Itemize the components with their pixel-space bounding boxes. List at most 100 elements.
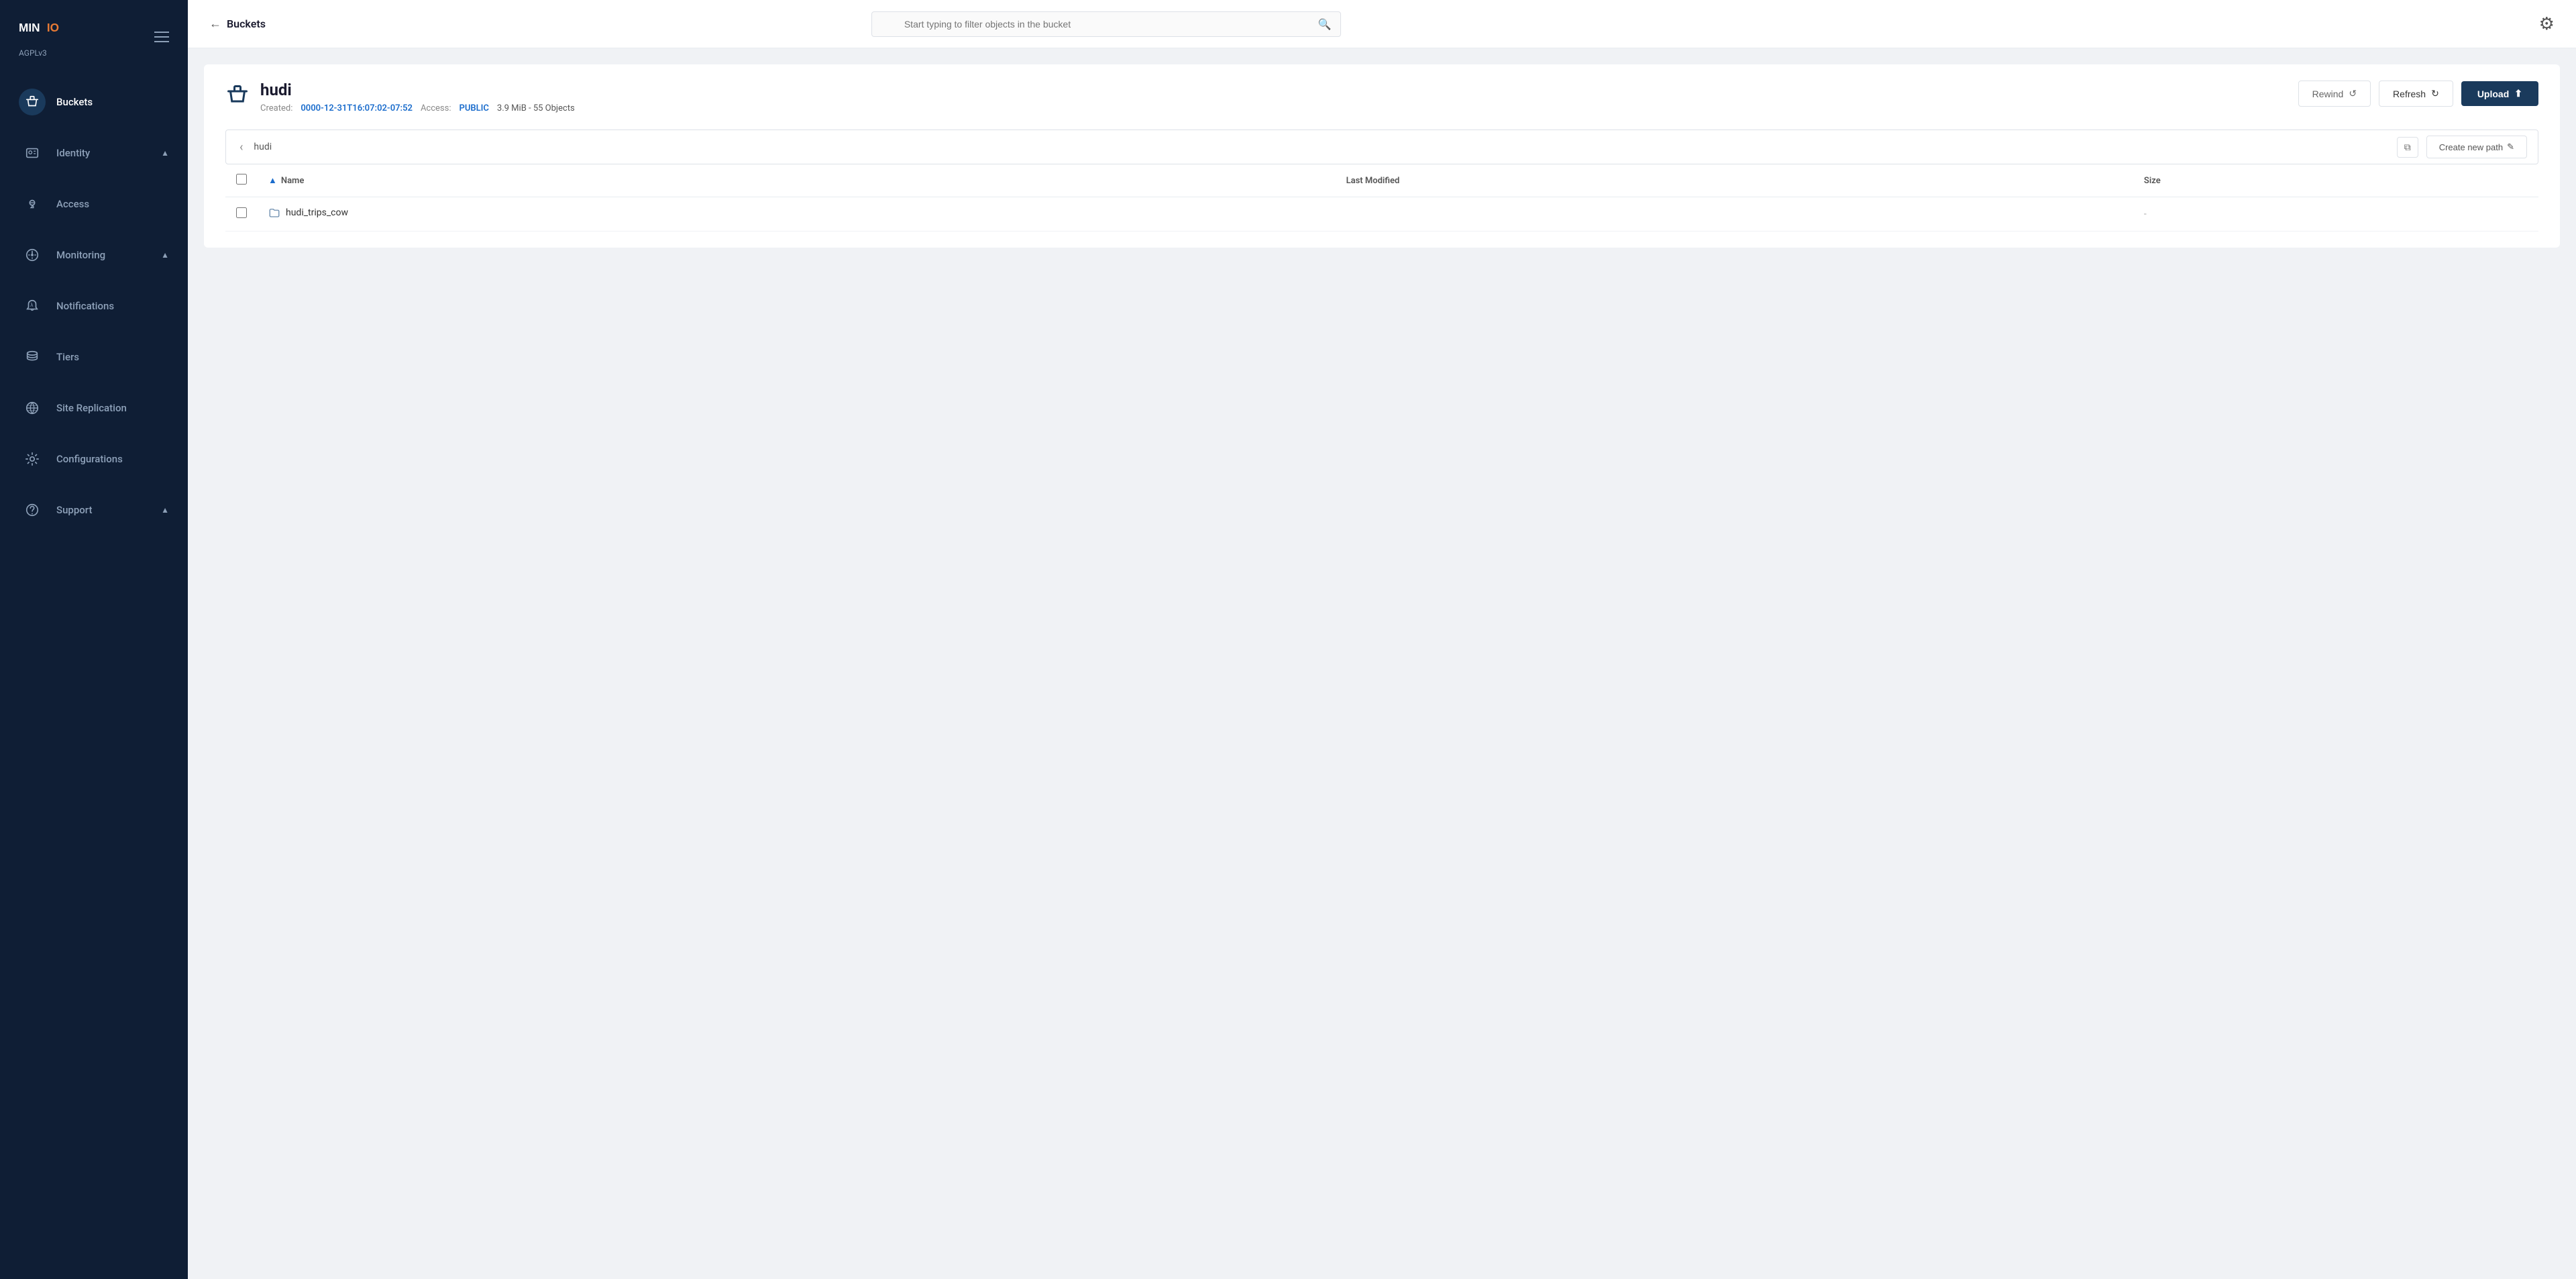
sidebar-item-access[interactable]: Access xyxy=(0,178,188,229)
identity-chevron-icon: ▲ xyxy=(161,148,169,158)
refresh-icon: ↻ xyxy=(2431,88,2439,99)
sidebar-item-label-support: Support xyxy=(56,504,150,516)
copy-icon: ⧉ xyxy=(2404,142,2411,152)
back-to-buckets-link[interactable]: ← Buckets xyxy=(209,17,266,31)
topbar: ← Buckets 🔍 ⚙ xyxy=(188,0,2576,48)
site-replication-icon xyxy=(25,401,40,415)
monitoring-icon xyxy=(25,248,40,262)
configurations-icon xyxy=(25,452,40,466)
support-icon xyxy=(25,503,40,517)
column-size[interactable]: Size xyxy=(2133,164,2538,197)
created-label: Created: xyxy=(260,103,292,113)
bucket-actions: Rewind ↺ Refresh ↻ Upload ⬆ xyxy=(2298,81,2538,107)
search-input[interactable] xyxy=(871,11,1341,37)
main-area: ← Buckets 🔍 ⚙ hudi xyxy=(188,0,2576,1279)
create-path-label: Create new path xyxy=(2439,142,2503,152)
bucket-nav-icon-wrap xyxy=(19,89,46,115)
create-path-icon: ✎ xyxy=(2507,142,2514,152)
sidebar-item-label-site-replication: Site Replication xyxy=(56,402,169,414)
bucket-name: hudi xyxy=(260,81,575,99)
column-last-modified[interactable]: Last Modified xyxy=(1336,164,2133,197)
table-body: hudi_trips_cow - xyxy=(225,197,2538,232)
access-label: Access: xyxy=(421,103,451,113)
sidebar-item-label-buckets: Buckets xyxy=(56,96,169,108)
tiers-icon xyxy=(25,350,40,364)
rewind-button[interactable]: Rewind ↺ xyxy=(2298,81,2371,107)
site-replication-nav-icon-wrap xyxy=(19,395,46,421)
refresh-button[interactable]: Refresh ↻ xyxy=(2379,81,2453,107)
sidebar-item-label-notifications: Notifications xyxy=(56,300,169,312)
sidebar-item-support[interactable]: Support ▲ xyxy=(0,484,188,535)
back-arrow-icon: ← xyxy=(209,17,221,31)
sidebar-item-label-access: Access xyxy=(56,198,169,210)
svg-text:λ: λ xyxy=(30,302,34,308)
settings-icon[interactable]: ⚙ xyxy=(2539,14,2555,34)
bucket-stats: 3.9 MiB - 55 Objects xyxy=(497,103,575,113)
minio-logo: MIN IO AGPLv3 xyxy=(19,16,72,58)
table-row: hudi_trips_cow - xyxy=(225,197,2538,232)
sidebar-item-monitoring[interactable]: Monitoring ▲ xyxy=(0,229,188,280)
rewind-icon: ↺ xyxy=(2349,88,2357,99)
path-copy-button[interactable]: ⧉ xyxy=(2397,137,2418,158)
sidebar: MIN IO AGPLv3 Buckets xyxy=(0,0,188,1279)
sidebar-item-configurations[interactable]: Configurations xyxy=(0,433,188,484)
back-label: Buckets xyxy=(227,17,266,30)
size-value: - xyxy=(2144,209,2147,219)
sidebar-item-buckets[interactable]: Buckets xyxy=(0,76,188,127)
access-nav-icon-wrap xyxy=(19,191,46,217)
svg-text:IO: IO xyxy=(47,21,59,34)
row-name-cell: hudi_trips_cow xyxy=(258,197,1336,232)
monitoring-chevron-icon: ▲ xyxy=(161,250,169,260)
column-last-modified-label: Last Modified xyxy=(1346,176,1400,186)
sidebar-logo: MIN IO AGPLv3 xyxy=(0,0,188,71)
object-name: hudi_trips_cow xyxy=(286,207,348,218)
access-value: PUBLIC xyxy=(460,103,489,113)
sidebar-item-identity[interactable]: Identity ▲ xyxy=(0,127,188,178)
bucket-info: hudi Created: 0000-12-31T16:07:02-07:52 … xyxy=(260,81,575,113)
path-back-button[interactable]: ‹ xyxy=(237,138,246,157)
upload-button[interactable]: Upload ⬆ xyxy=(2461,81,2538,106)
bucket-card: hudi Created: 0000-12-31T16:07:02-07:52 … xyxy=(204,64,2560,248)
folder-item[interactable]: hudi_trips_cow xyxy=(268,207,348,219)
row-size-cell: - xyxy=(2133,197,2538,232)
create-path-button[interactable]: Create new path ✎ xyxy=(2426,136,2527,158)
created-value: 0000-12-31T16:07:02-07:52 xyxy=(301,103,413,113)
select-all-checkbox[interactable] xyxy=(236,174,247,185)
search-bar: 🔍 xyxy=(871,11,1341,37)
search-icon: 🔍 xyxy=(1318,17,1332,30)
hamburger-menu[interactable] xyxy=(154,32,169,42)
rewind-label: Rewind xyxy=(2312,89,2344,99)
upload-icon: ⬆ xyxy=(2514,88,2522,99)
row-checkbox-cell xyxy=(225,197,258,232)
column-name-label: Name xyxy=(281,176,304,186)
notifications-icon: λ xyxy=(25,299,40,313)
column-size-label: Size xyxy=(2144,176,2161,186)
bucket-icon xyxy=(25,95,40,109)
row-checkbox[interactable] xyxy=(236,207,247,218)
sidebar-item-site-replication[interactable]: Site Replication xyxy=(0,382,188,433)
column-checkbox xyxy=(225,164,258,197)
row-last-modified-cell xyxy=(1336,197,2133,232)
sidebar-item-label-tiers: Tiers xyxy=(56,351,169,363)
column-name[interactable]: ▲ Name xyxy=(258,164,1336,197)
sidebar-item-label-monitoring: Monitoring xyxy=(56,249,150,261)
bucket-header-icon xyxy=(225,83,250,112)
sidebar-item-label-configurations: Configurations xyxy=(56,453,169,465)
support-chevron-icon: ▲ xyxy=(161,505,169,515)
refresh-label: Refresh xyxy=(2393,89,2426,99)
sidebar-item-notifications[interactable]: λ Notifications xyxy=(0,280,188,331)
sidebar-nav: Buckets Identity ▲ A xyxy=(0,71,188,1279)
upload-label: Upload xyxy=(2477,89,2509,99)
sidebar-item-tiers[interactable]: Tiers xyxy=(0,331,188,382)
version-label: AGPLv3 xyxy=(19,48,72,58)
path-text: hudi xyxy=(254,142,2388,152)
identity-nav-icon-wrap xyxy=(19,140,46,166)
bucket-meta: Created: 0000-12-31T16:07:02-07:52 Acces… xyxy=(260,103,575,113)
access-icon xyxy=(25,197,40,211)
objects-table: ▲ Name Last Modified Size xyxy=(225,164,2538,232)
configurations-nav-icon-wrap xyxy=(19,446,46,472)
path-bar: ‹ hudi ⧉ Create new path ✎ xyxy=(225,130,2538,164)
content-area: hudi Created: 0000-12-31T16:07:02-07:52 … xyxy=(188,48,2576,1279)
support-nav-icon-wrap xyxy=(19,497,46,523)
monitoring-nav-icon-wrap xyxy=(19,242,46,268)
